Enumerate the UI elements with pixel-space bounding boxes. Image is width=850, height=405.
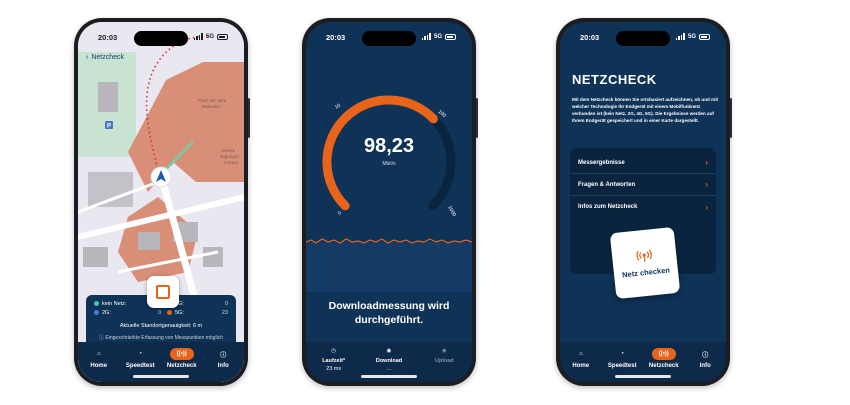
legend-value: 23 [221, 310, 228, 316]
home-icon: ⌂ [578, 351, 583, 357]
back-label: Netzcheck [91, 54, 125, 61]
chevron-left-icon: ‹ [86, 54, 89, 61]
menu-item-faq[interactable]: Fragen & Antworten › [570, 174, 716, 196]
map-label: Tagungsz [220, 154, 240, 159]
map-building [98, 82, 118, 112]
status-time: 20:03 [98, 33, 118, 42]
stat-upload: ◉ Upload [422, 346, 466, 382]
network-type: 5G [687, 33, 696, 40]
map-label: Nationen [202, 104, 221, 109]
speedometer-icon: ◔ [138, 351, 143, 357]
battery-icon [699, 33, 710, 40]
tab-info[interactable]: ⓘ Info [685, 348, 725, 382]
map-building [83, 247, 108, 267]
legend-label: 5G: [175, 310, 184, 316]
chevron-right-icon: › [705, 158, 708, 167]
network-type: 5G [433, 33, 442, 40]
battery-icon [217, 33, 228, 40]
legend-dot-2g [94, 310, 99, 316]
menu-item-messergebnisse[interactable]: Messergebnisse › [570, 152, 716, 174]
screen-netzcheck: 20:03 5G NETZCHECK Mit dem Netzcheck kön… [560, 22, 726, 382]
battery-icon [445, 33, 456, 40]
netz-checken-label: Netz checken [621, 264, 671, 279]
netz-checken-button[interactable]: Netz checken [609, 226, 681, 300]
page-title: NETZCHECK [572, 72, 657, 87]
legend-value: 0 [224, 301, 228, 307]
antenna-icon: ((•)) [651, 348, 676, 360]
chevron-right-icon: › [705, 180, 708, 189]
antenna-icon: ((•)) [169, 348, 194, 360]
location-accuracy: Aktuelle Standortgenauigkeit: 6 m [119, 323, 203, 329]
back-link[interactable]: ‹ Netzcheck [86, 54, 124, 61]
map-building [88, 172, 133, 207]
screen-map: 20:03 5G P Platz der Vere Nationen Messe… [78, 22, 244, 382]
speed-wave [306, 238, 472, 292]
phone-netzcheck-map: 20:03 5G P Platz der Vere Nationen Messe… [74, 18, 250, 386]
map-label: Platz der Vere [198, 98, 227, 103]
limited-capture-hint: ⓘ Eingeschränkte Erfassung von Messpunkt… [99, 335, 223, 341]
gauge-tick-min: 0 [337, 210, 344, 216]
tab-info[interactable]: ⓘ Info [203, 348, 243, 382]
speedometer-icon: ◔ [620, 351, 625, 357]
gauge-tick-max: 1000 [446, 205, 457, 218]
home-indicator [361, 375, 417, 378]
info-icon: ⓘ [220, 352, 227, 359]
status-bar: 20:03 5G [560, 33, 726, 45]
gauge-tick-10: 10 [334, 103, 342, 111]
screen-speedtest: 20:03 5G 0 10 100 1000 98,23 Mbit/s Down… [306, 22, 472, 382]
map-building [138, 232, 160, 250]
home-indicator [615, 375, 671, 378]
phone-netzcheck-start: 20:03 5G NETZCHECK Mit dem Netzcheck kön… [556, 18, 732, 386]
chevron-right-icon: › [705, 202, 708, 212]
stop-icon [156, 285, 170, 299]
speed-unit: Mbit/s [382, 161, 396, 167]
map-label: entrum [224, 160, 238, 165]
phone-speedtest: 20:03 5G 0 10 100 1000 98,23 Mbit/s Down… [302, 18, 478, 386]
tab-home[interactable]: ⌂ Home [561, 348, 601, 382]
download-status-message: Downloadmessung wird durchgeführt. [328, 300, 450, 326]
tab-home[interactable]: ⌂ Home [79, 348, 119, 382]
map-label: Messe [222, 148, 236, 153]
signal-icon [421, 33, 431, 40]
legend-dot-kein-netz [94, 301, 99, 307]
clock-icon: ◷ [331, 348, 337, 354]
legend-label: kein Netz: [102, 301, 127, 307]
info-icon: ⓘ [702, 352, 709, 359]
status-bar: 20:03 5G [306, 33, 472, 45]
signal-icon [675, 33, 685, 40]
download-icon: ◉ [386, 348, 392, 354]
signal-icon [193, 33, 203, 40]
stat-latency: ◷ Laufzeit* 23 ms [312, 346, 356, 382]
status-time: 20:03 [326, 33, 346, 42]
legend-dot-5g [167, 310, 172, 316]
legend-value: 0 [157, 310, 161, 316]
page-description: Mit dem Netzcheck können Sie ortsbasiert… [572, 97, 719, 123]
upload-icon: ◉ [441, 348, 447, 354]
speed-value: 98,23 [363, 135, 415, 157]
home-indicator [133, 375, 189, 378]
legend-label: 2G: [102, 310, 111, 316]
menu-item-infos[interactable]: Infos zum Netzcheck › [570, 196, 716, 218]
start-measurement-button[interactable] [147, 276, 179, 308]
status-bar: 20:03 5G [78, 33, 244, 45]
map-building [203, 247, 223, 267]
status-time: 20:03 [580, 33, 600, 42]
network-type: 5G [205, 33, 214, 40]
antenna-icon [636, 249, 652, 262]
svg-text:P: P [107, 124, 111, 130]
home-icon: ⌂ [96, 351, 101, 357]
